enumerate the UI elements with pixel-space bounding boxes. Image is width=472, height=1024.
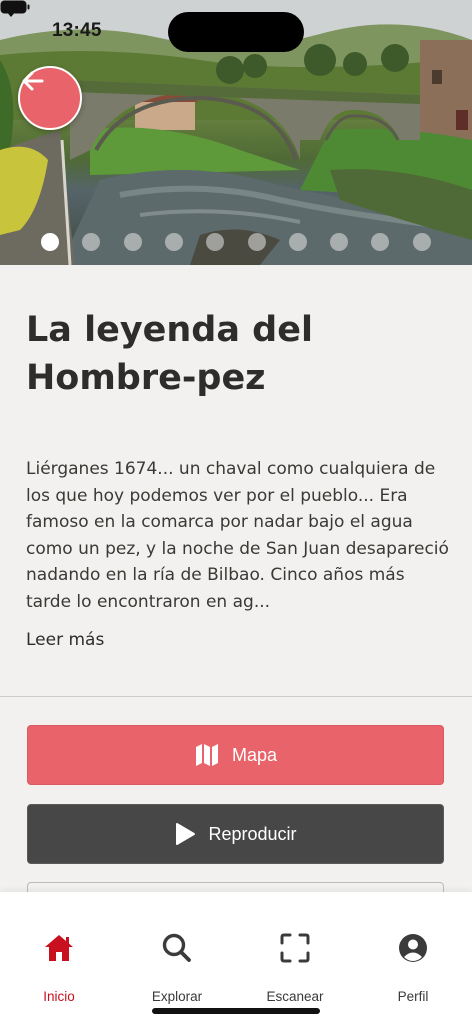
carousel-dot[interactable] [124, 233, 142, 251]
read-more-link[interactable]: Leer más [26, 630, 104, 650]
tab-explorar[interactable]: Explorar [118, 892, 236, 1024]
status-time: 13:45 [52, 20, 102, 41]
map-icon [195, 744, 218, 766]
tab-label: Inicio [43, 989, 75, 1004]
arrow-left-icon [22, 71, 44, 91]
story-title: La leyenda del Hombre-pez [26, 310, 313, 398]
tab-escanear[interactable]: Escanear [236, 892, 354, 1024]
carousel-dot[interactable] [289, 233, 307, 251]
tab-perfil[interactable]: Perfil [354, 892, 472, 1024]
tab-bar: Inicio Explorar Escanear Perfil [0, 892, 472, 1024]
divider [0, 696, 472, 697]
search-icon [162, 933, 191, 962]
carousel-dot[interactable] [165, 233, 183, 251]
tab-label: Explorar [151, 989, 203, 1004]
carousel-dot[interactable] [413, 233, 431, 251]
carousel-dot[interactable] [41, 233, 59, 251]
dynamic-island [168, 12, 304, 52]
play-icon [176, 823, 196, 845]
carousel-dot[interactable] [206, 233, 224, 251]
play-button-label: Reproducir [208, 823, 297, 844]
home-indicator [152, 1008, 320, 1014]
carousel-pagination[interactable] [0, 233, 472, 253]
map-button-label: Mapa [231, 744, 278, 765]
battery-icon [0, 0, 30, 14]
story-body: Liérganes 1674... un chaval como cualqui… [26, 459, 449, 612]
tab-label: Perfil [397, 989, 429, 1004]
tab-label: Escanear [266, 989, 324, 1004]
carousel-dot[interactable] [371, 233, 389, 251]
play-button[interactable]: Reproducir [27, 804, 444, 864]
carousel-dot[interactable] [330, 233, 348, 251]
carousel-dot[interactable] [248, 233, 266, 251]
tab-inicio[interactable]: Inicio [0, 892, 118, 1024]
profile-icon [399, 934, 427, 962]
scan-icon [280, 933, 310, 963]
carousel-dot[interactable] [82, 233, 100, 251]
status-bar: 13:45 [0, 0, 472, 60]
map-button[interactable]: Mapa [27, 725, 444, 785]
back-button[interactable] [18, 66, 82, 130]
hero-image[interactable]: 13:45 [0, 0, 472, 265]
home-icon [45, 935, 73, 961]
